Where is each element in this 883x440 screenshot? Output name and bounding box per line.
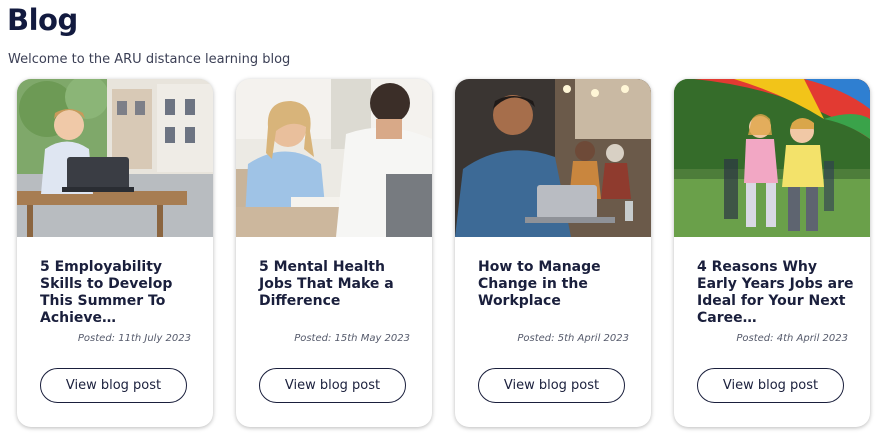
- page-subtitle: Welcome to the ARU distance learning blo…: [8, 52, 291, 67]
- blog-card: 5 Employability Skills to Develop This S…: [17, 79, 213, 427]
- page-title: Blog: [7, 3, 78, 37]
- blog-card-title[interactable]: 4 Reasons Why Early Years Jobs are Ideal…: [697, 259, 857, 327]
- view-blog-post-button[interactable]: View blog post: [697, 368, 844, 403]
- blog-card-image[interactable]: [236, 79, 432, 237]
- blog-card-date: Posted: 15th May 2023: [294, 333, 410, 344]
- blog-card-date: Posted: 4th April 2023: [736, 333, 848, 344]
- blog-card-title[interactable]: 5 Mental Health Jobs That Make a Differe…: [259, 259, 419, 310]
- view-blog-post-button[interactable]: View blog post: [40, 368, 187, 403]
- blog-card-image[interactable]: [17, 79, 213, 237]
- blog-card-image[interactable]: [674, 79, 870, 237]
- blog-card-date: Posted: 5th April 2023: [517, 333, 629, 344]
- blog-card-image[interactable]: [455, 79, 651, 237]
- blog-card: 5 Mental Health Jobs That Make a Differe…: [236, 79, 432, 427]
- blog-card-title[interactable]: How to Manage Change in the Workplace: [478, 259, 638, 310]
- view-blog-post-button[interactable]: View blog post: [478, 368, 625, 403]
- view-blog-post-button[interactable]: View blog post: [259, 368, 406, 403]
- blog-card: 4 Reasons Why Early Years Jobs are Ideal…: [674, 79, 870, 427]
- blog-card: How to Manage Change in the Workplace Po…: [455, 79, 651, 427]
- blog-card-date: Posted: 11th July 2023: [77, 333, 191, 344]
- blog-card-title[interactable]: 5 Employability Skills to Develop This S…: [40, 259, 200, 327]
